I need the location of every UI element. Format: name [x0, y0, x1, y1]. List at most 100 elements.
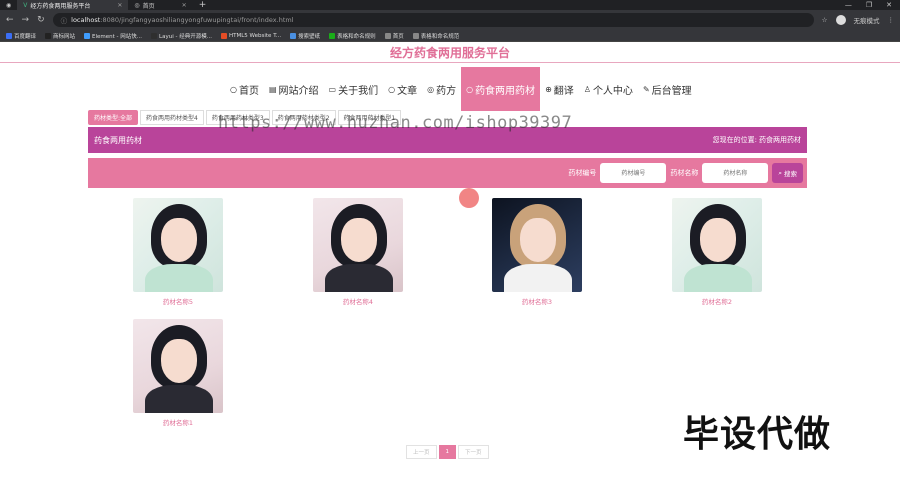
bookmark-item[interactable]: 商标网站 [45, 32, 75, 40]
category-tab[interactable]: 药食两用药材类型4 [140, 110, 204, 125]
browser-tab-title: 首页 [142, 2, 155, 10]
nav-item-label: 后台管理 [651, 85, 692, 97]
bookmark-label: 表格和命名规范 [420, 33, 460, 40]
nav-item[interactable]: ▭ 关于我们 [324, 67, 384, 111]
item-card[interactable]: 药材名称5 [133, 198, 223, 306]
breadcrumb: 您现在的位置: 药食两用药材 [713, 135, 801, 145]
bookmark-item[interactable]: 百度翻译 [6, 32, 36, 40]
breadcrumb-current[interactable]: 药食两用药材 [759, 135, 801, 145]
bookmark-favicon-icon [384, 32, 391, 39]
item-photo[interactable] [313, 198, 403, 292]
nav-item[interactable]: ○ 文章 [383, 67, 422, 111]
nav-item[interactable]: ○ 药食两用药材 [461, 67, 541, 111]
browser-menu-icon[interactable]: ◉ [0, 0, 17, 10]
item-name[interactable]: 药材名称3 [492, 296, 582, 306]
restore-icon[interactable]: ❐ [866, 1, 872, 9]
category-tab[interactable]: 药材类型:全部 [88, 110, 139, 125]
bookmark-item[interactable]: 表格和命名规范 [412, 32, 460, 40]
nav-item[interactable]: ▤ 网站介绍 [264, 67, 324, 111]
nav-item-icon: ♙ [583, 84, 591, 94]
item-name[interactable]: 药材名称4 [313, 296, 403, 306]
nav-item-label: 关于我们 [338, 85, 379, 97]
nav-item[interactable]: ♙ 个人中心 [579, 67, 638, 111]
category-tab[interactable]: 药食两用药材类型1 [337, 110, 402, 125]
web-page: 经方药食两用服务平台 ○ 首页 ▤ 网站介绍 ▭ 关于我们 ○ 文章 ◎ 药方 ○ 药食两用药材 ⊕ 翻译… [0, 42, 900, 503]
item-card[interactable]: 药材名称1 [133, 319, 223, 427]
browser-tab-active[interactable]: V 经方药食两用服务平台 ✕ [17, 0, 129, 10]
site-title: 经方药食两用服务平台 [389, 46, 510, 60]
close-tab-icon[interactable]: ✕ [117, 2, 122, 9]
shoulders-shape [145, 385, 213, 413]
close-window-icon[interactable]: ✕ [886, 1, 892, 9]
shoulders-shape [145, 264, 213, 292]
bookmark-label: 搜索壁纸 [298, 33, 321, 40]
nav-item-icon: ○ [388, 84, 396, 94]
category-tab[interactable]: 药食两用药材类型3 [205, 110, 270, 125]
bookmark-favicon-icon [329, 32, 336, 39]
nav-item-icon: ○ [230, 84, 237, 94]
code-input[interactable] [600, 163, 667, 183]
search-button[interactable]: ⌕ 搜索 [772, 163, 803, 183]
item-name[interactable]: 药材名称2 [672, 296, 762, 306]
prev-page-button[interactable]: 上一页 [406, 445, 437, 459]
shoulders-shape [325, 264, 393, 292]
address-bar[interactable]: ⓘ localhost:8080/jingfangyaoshiliangyong… [52, 13, 814, 27]
overlay-promo-text: 毕设代做 [683, 414, 832, 455]
bookmark-favicon-icon [6, 32, 12, 39]
more-menu-icon[interactable]: ⋮ [888, 16, 895, 24]
bookmark-item[interactable]: Layui - 经典开源模... [151, 32, 212, 40]
globe-icon: ◎ [134, 1, 140, 9]
browser-tab-title: 经方药食两用服务平台 [30, 2, 91, 10]
bookmark-item[interactable]: 首页 [384, 32, 404, 40]
new-tab-button[interactable]: + [193, 0, 213, 10]
forward-arrow-icon[interactable]: → [22, 15, 30, 25]
breadcrumb-prefix: 您现在的位置: [712, 136, 757, 144]
search-button-label: 搜索 [784, 170, 797, 178]
nav-item-icon: ◎ [427, 84, 435, 94]
bookmark-item[interactable]: 表格和命名规则 [329, 32, 376, 40]
face-shape [700, 218, 736, 262]
bookmark-favicon-icon [290, 32, 297, 39]
category-tabs: 药材类型:全部 药食两用药材类型4 药食两用药材类型3 药食两用药材类型2 药食两用药材… [88, 110, 402, 125]
nav-item[interactable]: ✎ 后台管理 [638, 67, 697, 111]
browser-tab-inactive[interactable]: ◎ 首页 ✕ [128, 0, 192, 10]
face-shape [161, 339, 197, 383]
info-icon: ⓘ [60, 17, 68, 25]
bookmark-item[interactable]: Element - 网站快... [84, 32, 142, 40]
item-photo[interactable] [492, 198, 582, 292]
bookmark-label: Element - 网站快... [92, 33, 143, 40]
bookmark-item[interactable]: HTML5 Website T... [220, 32, 282, 39]
nav-item[interactable]: ○ 首页 [225, 67, 264, 111]
back-arrow-icon[interactable]: ← [6, 15, 14, 25]
profile-label[interactable]: 无痕模式 [854, 15, 880, 25]
name-input[interactable] [702, 163, 769, 183]
item-photo[interactable] [133, 319, 223, 413]
bookmark-favicon-icon [84, 32, 91, 39]
item-card[interactable]: 药材名称3 [492, 198, 582, 306]
bookmark-star-icon[interactable]: ☆ [822, 16, 828, 24]
next-page-button[interactable]: 下一页 [458, 445, 489, 459]
nav-item-icon: ▤ [268, 84, 277, 94]
item-photo[interactable] [672, 198, 762, 292]
nav-item-icon: ○ [466, 84, 474, 94]
nav-item[interactable]: ⊕ 翻译 [540, 67, 579, 111]
close-tab-icon[interactable]: ✕ [182, 2, 187, 9]
face-shape [161, 218, 197, 262]
banner-title: 药食两用药材 [94, 135, 142, 145]
pagination: 上一页 1 下一页 [406, 445, 489, 459]
tab-strip: ◉ V 经方药食两用服务平台 ✕ ◎ 首页 ✕ + — ❐ ✕ [0, 0, 900, 10]
item-card[interactable]: 药材名称4 [313, 198, 403, 306]
reload-icon[interactable]: ↻ [37, 15, 45, 25]
incognito-avatar[interactable] [835, 15, 846, 25]
item-name[interactable]: 药材名称5 [133, 296, 223, 306]
item-photo[interactable] [133, 198, 223, 292]
category-tab[interactable]: 药食两用药材类型2 [271, 110, 336, 125]
item-name[interactable]: 药材名称1 [133, 417, 223, 427]
minimize-icon[interactable]: — [845, 1, 852, 9]
page-number-current[interactable]: 1 [438, 445, 457, 459]
bookmark-item[interactable]: 搜索壁纸 [290, 32, 320, 40]
cursor-highlight [459, 188, 479, 208]
item-card[interactable]: 药材名称2 [672, 198, 762, 306]
bookmark-label: HTML5 Website T... [228, 32, 282, 39]
nav-item[interactable]: ◎ 药方 [422, 67, 461, 111]
